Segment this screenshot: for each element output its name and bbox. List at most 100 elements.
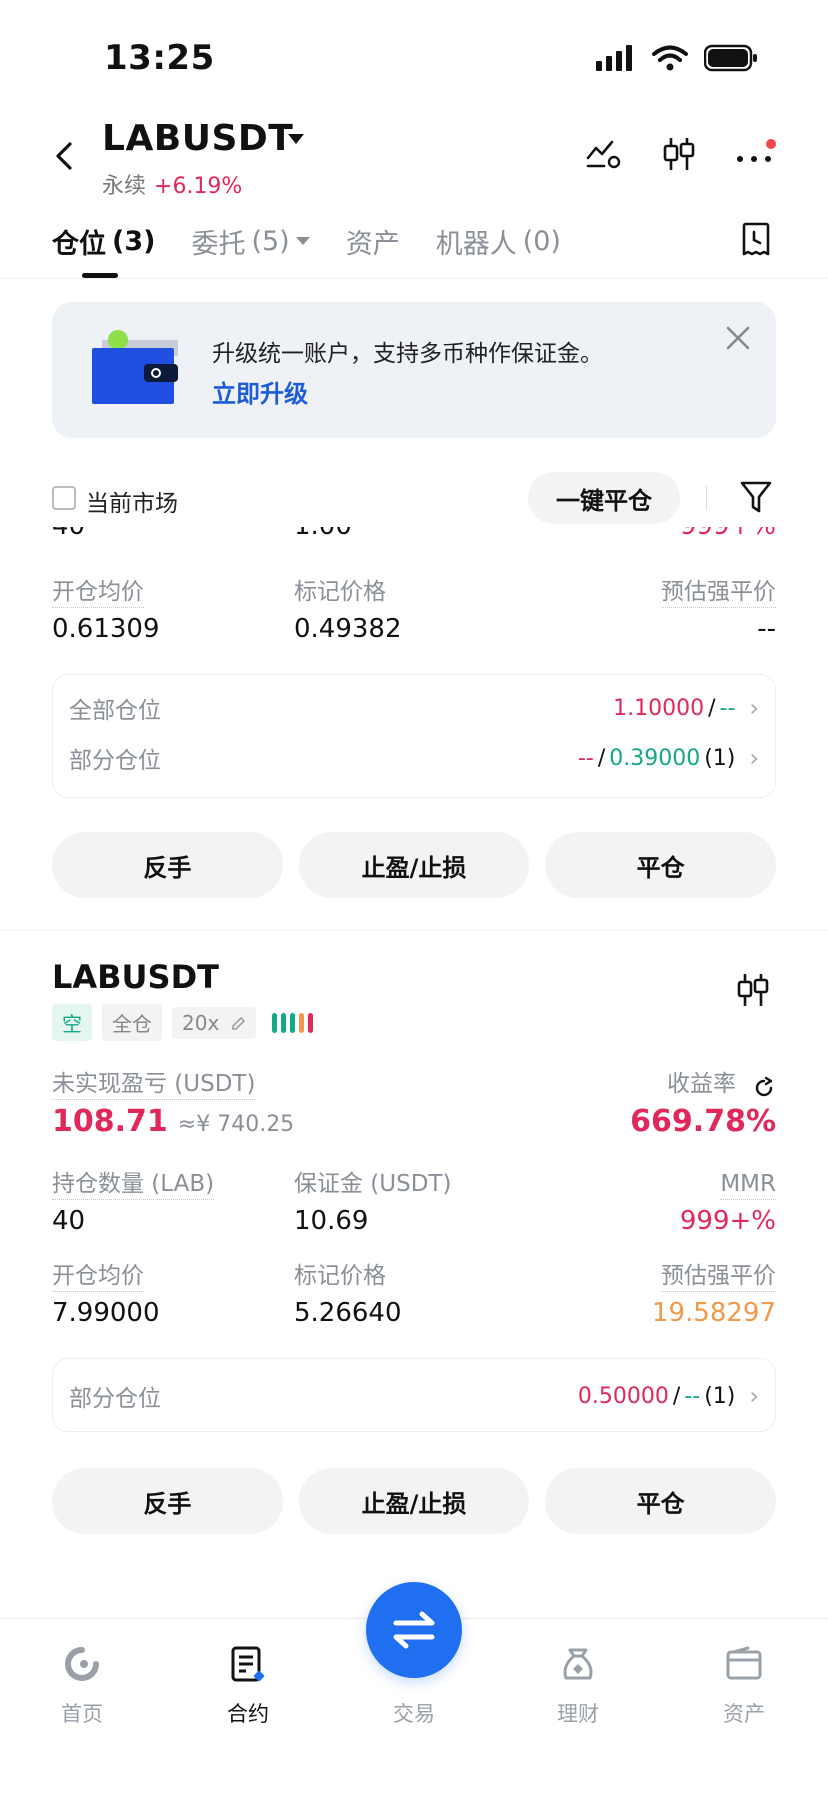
nav-trade[interactable]: 交易	[354, 1698, 474, 1728]
close-all-button[interactable]: 一键平仓	[528, 472, 680, 524]
symbol-subtitle: 永续 +6.19%	[102, 168, 242, 200]
nav-assets[interactable]: 资产	[684, 1640, 804, 1728]
position1-tpsl-part-row[interactable]: 部分仓位 -- / 0.39000 (1) ›	[69, 741, 759, 775]
position1-tpsl-card: 全部仓位 1.10000 / -- › 部分仓位 -- / 0.39000 (1…	[52, 674, 776, 798]
position1-entry-label[interactable]: 开仓均价	[52, 579, 144, 609]
tpsl-button[interactable]: 止盈/止损	[298, 832, 530, 898]
chart-settings-icon[interactable]	[586, 138, 622, 170]
liq-value: 19.58297	[651, 1298, 776, 1328]
tpsl-part-label: 部分仓位	[69, 1386, 161, 1412]
edit-icon	[231, 1016, 245, 1030]
position-separator	[0, 930, 828, 931]
position1-mmr: 999+%	[680, 527, 776, 541]
signal-icon	[596, 45, 632, 71]
tpsl-all-tp: 1.10000	[613, 695, 705, 721]
history-icon[interactable]	[740, 222, 772, 258]
margin-value: 10.69	[294, 1206, 369, 1236]
mmr-value: 999+%	[679, 1206, 776, 1236]
nav-contract-label: 合约	[227, 1702, 269, 1726]
wallet-icon	[726, 1646, 762, 1680]
tpsl-part-sl: 0.39000	[609, 745, 701, 771]
close-position-button[interactable]: 平仓	[545, 832, 777, 898]
leverage-tag[interactable]: 20x	[172, 1006, 256, 1039]
finance-icon	[563, 1648, 593, 1680]
header-actions	[586, 136, 776, 172]
current-market-checkbox[interactable]	[52, 486, 76, 510]
more-icon[interactable]	[736, 139, 776, 169]
position1-tpsl-all-row[interactable]: 全部仓位 1.10000 / -- ›	[69, 691, 759, 725]
tab-assets-label: 资产	[345, 229, 400, 260]
tab-positions[interactable]: 仓位 (3)	[52, 222, 155, 261]
symbol-title[interactable]: LABUSDT	[102, 118, 293, 159]
entry-value: 7.99000	[52, 1298, 160, 1328]
tab-orders[interactable]: 委托 (5)	[191, 222, 310, 261]
upgrade-link[interactable]: 立即升级	[212, 374, 308, 409]
adl-indicator	[271, 1012, 313, 1033]
contract-type: 永续	[102, 174, 147, 199]
trade-button[interactable]	[366, 1582, 462, 1678]
reverse-button[interactable]: 反手	[52, 1468, 283, 1534]
swap-icon	[393, 1611, 435, 1649]
roe-label: 收益率	[667, 1071, 736, 1097]
position2-symbol[interactable]: LABUSDT	[52, 958, 219, 996]
battery-icon	[704, 44, 757, 72]
side-tag: 空	[52, 1004, 92, 1041]
pnl-label[interactable]: 未实现盈亏 (USDT)	[52, 1071, 256, 1101]
mark-value: 5.26640	[294, 1298, 402, 1328]
caret-down-icon[interactable]	[288, 134, 304, 146]
position1-actions: 反手 止盈/止损 平仓	[52, 832, 777, 898]
pnl-row: 108.71 ≈¥ 740.25	[52, 1104, 294, 1139]
close-position-button[interactable]: 平仓	[545, 1468, 777, 1534]
pnl-value: 108.71	[52, 1104, 168, 1139]
tab-bots-count: (0)	[522, 226, 561, 257]
position1-entry-value: 0.61309	[52, 614, 160, 644]
tpsl-part-sl: --	[684, 1383, 701, 1409]
size-value: 40	[52, 1206, 86, 1236]
tpsl-button[interactable]: 止盈/止损	[298, 1468, 530, 1534]
candlestick-icon[interactable]	[736, 972, 770, 1008]
margin-mode-tag[interactable]: 全仓	[102, 1004, 162, 1041]
position2-actions: 反手 止盈/止损 平仓	[52, 1468, 777, 1534]
tab-bots[interactable]: 机器人 (0)	[436, 222, 561, 261]
position1-liq-label[interactable]: 预估强平价	[661, 579, 776, 609]
reverse-button[interactable]: 反手	[52, 832, 283, 898]
liq-label[interactable]: 预估强平价	[661, 1263, 776, 1293]
nav-assets-label: 资产	[723, 1702, 765, 1726]
candlestick-icon[interactable]	[662, 136, 696, 172]
pnl-cny: ≈¥ 740.25	[177, 1112, 295, 1137]
position1-clipped-row: 40 1.00 999+%	[52, 527, 776, 549]
close-icon[interactable]	[724, 324, 752, 352]
nav-home[interactable]: 首页	[22, 1640, 142, 1728]
nav-finance[interactable]: 理财	[518, 1640, 638, 1728]
position2-tpsl-part-row[interactable]: 部分仓位 0.50000 / -- (1) ›	[69, 1379, 759, 1413]
status-icons	[596, 44, 758, 72]
nav-contract[interactable]: 合约	[188, 1640, 308, 1728]
mark-label: 标记价格	[294, 1263, 386, 1289]
current-market-label[interactable]: 当前市场	[86, 484, 178, 518]
tpsl-part-count: (1)	[704, 745, 736, 771]
position2-tpsl-card: 部分仓位 0.50000 / -- (1) ›	[52, 1358, 776, 1432]
tab-bar: 仓位 (3) 委托 (5) 资产 机器人 (0)	[52, 222, 561, 261]
filter-icon[interactable]	[740, 480, 772, 514]
nav-home-label: 首页	[61, 1702, 103, 1726]
tab-assets[interactable]: 资产	[346, 222, 400, 261]
tab-bots-label: 机器人	[435, 229, 517, 260]
entry-label[interactable]: 开仓均价	[52, 1263, 144, 1293]
mmr-label[interactable]: MMR	[720, 1171, 776, 1201]
status-time: 13:25	[104, 38, 215, 78]
position1-margin: 1.00	[294, 527, 352, 541]
header-divider	[0, 278, 828, 279]
tpsl-all-label: 全部仓位	[69, 698, 161, 724]
nav-trade-label: 交易	[393, 1702, 435, 1726]
tab-positions-label: 仓位	[52, 229, 106, 260]
back-icon[interactable]	[48, 138, 84, 174]
size-label[interactable]: 持仓数量 (LAB)	[52, 1171, 215, 1201]
tpsl-all-sl: --	[719, 695, 736, 721]
tpsl-part-label: 部分仓位	[69, 748, 161, 774]
tab-orders-count: (5)	[251, 226, 290, 257]
roe-value: 669.78%	[630, 1104, 776, 1139]
chevron-right-icon: ›	[749, 1382, 759, 1410]
nav-finance-label: 理财	[557, 1702, 599, 1726]
refresh-icon[interactable]	[752, 1076, 776, 1100]
wifi-icon	[652, 45, 688, 71]
